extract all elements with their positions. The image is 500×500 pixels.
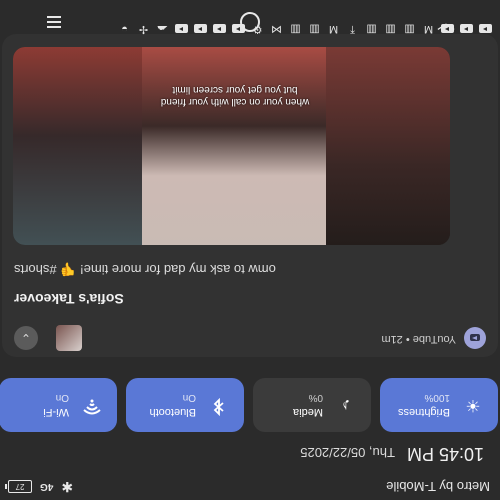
tile-wifi[interactable]: Wi-Fi On <box>0 378 117 432</box>
battery-level: 27 <box>15 482 25 491</box>
menu-icon <box>47 16 61 28</box>
channel-thumbnail <box>56 325 82 351</box>
bluetooth-icon: ✱ <box>61 479 74 495</box>
tile-brightness-status: 100% <box>424 392 450 403</box>
music-note-icon: ♪ <box>341 396 351 415</box>
collapse-button[interactable]: ︿ <box>432 8 460 36</box>
carrier-label: Metro by T-Mobile <box>386 479 490 494</box>
notification-subtitle: omw to ask my dad for more time! 👎 #shor… <box>14 262 276 277</box>
navigation-bar: ︿ <box>0 0 500 44</box>
tile-bluetooth-status: On <box>182 392 196 403</box>
tile-media-label: Media <box>293 406 323 418</box>
bluetooth-icon <box>206 394 232 417</box>
tile-brightness[interactable]: ☀ Brightness 100% <box>380 378 498 432</box>
tile-wifi-status: On <box>55 392 69 403</box>
tile-wifi-label: Wi-Fi <box>43 406 69 418</box>
video-preview[interactable]: when your on call with your friend but y… <box>13 47 450 245</box>
battery-icon: 27 <box>8 480 32 493</box>
tile-media[interactable]: ♪ Media 0% <box>253 378 371 432</box>
recents-button[interactable] <box>40 8 68 36</box>
status-bar: Metro by T-Mobile ✱ 4G 27 <box>0 472 500 500</box>
notification-title: Sofia's Takeover <box>14 291 124 307</box>
tile-bluetooth-label: Bluetooth <box>149 406 196 418</box>
home-icon <box>240 12 260 32</box>
video-caption: when your on call with your friend but y… <box>160 84 310 107</box>
date: Thu, 05/22/2025 <box>300 445 395 460</box>
youtube-icon <box>464 327 486 349</box>
notification-header: YouTube • 21m ⌄ <box>2 317 498 357</box>
tile-bluetooth[interactable]: Bluetooth On <box>126 378 244 432</box>
clock: 10:45 PM <box>406 444 484 464</box>
network-type: 4G <box>40 481 54 492</box>
app-source: YouTube • 21m <box>381 333 456 345</box>
chevron-up-icon: ︿ <box>437 13 455 33</box>
chevron-down-icon: ⌄ <box>20 331 32 345</box>
media-notification[interactable]: YouTube • 21m ⌄ Sofia's Takeover omw to … <box>2 34 498 357</box>
tile-brightness-label: Brightness <box>398 406 450 418</box>
home-button[interactable] <box>236 8 264 36</box>
quick-settings: Wi-Fi On Bluetooth On ♪ Media 0% ☀ Brigh… <box>0 378 500 432</box>
expand-button[interactable]: ⌄ <box>14 326 38 350</box>
tile-media-status: 0% <box>308 392 323 403</box>
notification-shade: Metro by T-Mobile ✱ 4G 27 10:45 PM Thu, … <box>0 0 500 500</box>
sun-icon: ☀ <box>465 396 481 415</box>
wifi-icon <box>79 395 105 416</box>
datetime: 10:45 PM Thu, 05/22/2025 <box>300 443 484 464</box>
